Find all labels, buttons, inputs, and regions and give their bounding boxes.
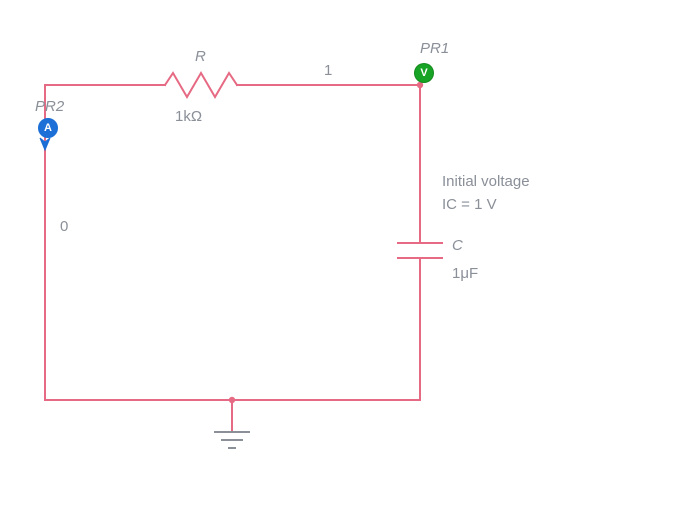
capacitor-name-label: C bbox=[452, 237, 463, 254]
resistor-name-label: R bbox=[195, 48, 206, 65]
voltage-probe-icon[interactable]: V bbox=[414, 63, 434, 83]
probe1-name-label: PR1 bbox=[420, 40, 449, 57]
wiring-layer bbox=[0, 0, 689, 509]
resistor-symbol bbox=[165, 73, 237, 97]
node-0-label: 0 bbox=[60, 218, 68, 235]
probe2-badge-text: A bbox=[44, 122, 52, 134]
capacitor-ic-title: Initial voltage bbox=[442, 173, 530, 190]
node-ground-junction bbox=[229, 397, 235, 403]
capacitor-value-label: 1μF bbox=[452, 265, 478, 282]
schematic-canvas: R 1kΩ 1 0 PR1 V PR2 A Initial voltage IC… bbox=[0, 0, 689, 509]
ground-symbol bbox=[214, 432, 250, 448]
probe1-badge-text: V bbox=[420, 67, 427, 79]
node-1-label: 1 bbox=[324, 62, 332, 79]
resistor-value-label: 1kΩ bbox=[175, 108, 202, 125]
probe2-name-label: PR2 bbox=[35, 98, 64, 115]
current-probe-icon[interactable]: A bbox=[38, 118, 58, 138]
capacitor-ic-value: IC = 1 V bbox=[442, 196, 497, 213]
